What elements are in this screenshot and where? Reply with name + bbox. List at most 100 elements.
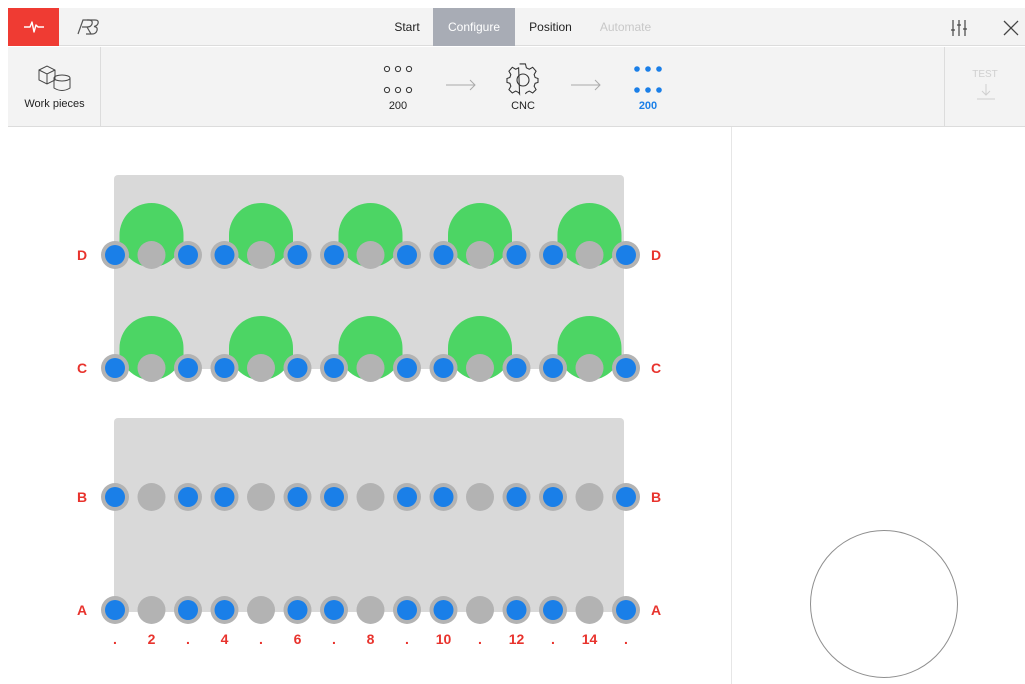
pin-ring[interactable]	[247, 483, 275, 511]
pin-active[interactable]	[397, 245, 417, 265]
app-window: Start Configure Position Automate Work p…	[0, 0, 1025, 684]
pin-ring[interactable]	[356, 241, 385, 269]
pin-active[interactable]	[397, 487, 417, 507]
top-navigation-bar: Start Configure Position Automate	[8, 8, 1025, 46]
pin-ring[interactable]	[247, 354, 275, 382]
pin-active[interactable]	[543, 245, 563, 265]
column-label: .	[186, 631, 190, 647]
row-label-left: C	[77, 360, 87, 376]
row-label-right: D	[651, 247, 661, 263]
pin-ring[interactable]	[247, 241, 275, 269]
pin-ring[interactable]	[137, 354, 166, 382]
pin-active[interactable]	[178, 600, 198, 620]
tab-configure[interactable]: Configure	[433, 8, 515, 46]
pin-active[interactable]	[397, 600, 417, 620]
pin-active[interactable]	[433, 245, 454, 265]
pin-active[interactable]	[433, 358, 454, 378]
column-label: 2	[148, 631, 156, 647]
pin-ring[interactable]	[466, 241, 494, 269]
pin-active[interactable]	[616, 358, 636, 378]
pin-ring[interactable]	[356, 483, 385, 511]
pin-active[interactable]	[105, 600, 125, 620]
step-cnc[interactable]: CNC	[488, 47, 558, 126]
tab-position[interactable]: Position	[518, 8, 583, 46]
pin-active[interactable]	[433, 487, 454, 507]
arrow-right-icon	[446, 79, 476, 91]
pin-ring[interactable]	[575, 483, 604, 511]
close-icon[interactable]	[1000, 17, 1022, 39]
pin-ring[interactable]	[575, 241, 604, 269]
step-cnc-label: CNC	[511, 100, 535, 112]
pin-active[interactable]	[214, 487, 235, 507]
pin-ring[interactable]	[466, 483, 494, 511]
column-label: 14	[582, 631, 598, 647]
pin-active[interactable]	[616, 245, 636, 265]
pin-active[interactable]	[506, 245, 527, 265]
pin-ring[interactable]	[575, 596, 604, 624]
pin-active[interactable]	[543, 358, 563, 378]
pin-active[interactable]	[105, 245, 125, 265]
pulse-icon	[23, 21, 44, 33]
column-label: 10	[436, 631, 452, 647]
pin-active[interactable]	[105, 487, 125, 507]
work-pieces-label: Work pieces	[24, 98, 85, 110]
row-label-right: C	[651, 360, 661, 376]
pin-active[interactable]	[105, 358, 125, 378]
pin-active[interactable]	[543, 600, 563, 620]
pin-active[interactable]	[433, 600, 454, 620]
configure-toolbar: Work pieces 200 CNC 200 TEST	[8, 47, 1025, 127]
joystick-pad[interactable]	[810, 530, 958, 678]
pin-active[interactable]	[324, 358, 344, 378]
pin-ring[interactable]	[356, 354, 385, 382]
pin-active[interactable]	[178, 358, 198, 378]
pin-active[interactable]	[397, 358, 417, 378]
pin-active[interactable]	[178, 487, 198, 507]
grid-dots-outline-icon	[383, 65, 413, 94]
pin-active[interactable]	[506, 487, 527, 507]
column-label: 6	[294, 631, 302, 647]
pin-ring[interactable]	[575, 354, 604, 382]
column-label: 8	[367, 631, 375, 647]
column-label: .	[624, 631, 628, 647]
pin-ring[interactable]	[137, 596, 166, 624]
tab-start[interactable]: Start	[383, 8, 431, 46]
pin-ring[interactable]	[137, 483, 166, 511]
fixture-plate-lower	[114, 418, 624, 612]
column-label: 4	[221, 631, 229, 647]
pin-active[interactable]	[214, 245, 235, 265]
pin-active[interactable]	[287, 487, 308, 507]
pin-active[interactable]	[287, 358, 308, 378]
pin-active[interactable]	[506, 358, 527, 378]
test-button[interactable]: TEST	[944, 47, 1025, 126]
work-pieces-button[interactable]: Work pieces	[8, 47, 101, 126]
sliders-icon[interactable]	[948, 17, 970, 39]
pin-ring[interactable]	[466, 354, 494, 382]
column-label: 12	[509, 631, 525, 647]
pin-active[interactable]	[506, 600, 527, 620]
pin-active[interactable]	[178, 245, 198, 265]
row-label-left: B	[77, 489, 87, 505]
pin-ring[interactable]	[137, 241, 166, 269]
step-target-grid[interactable]: 200	[613, 47, 683, 126]
column-label: .	[259, 631, 263, 647]
pin-active[interactable]	[214, 600, 235, 620]
pin-ring[interactable]	[466, 596, 494, 624]
pin-active[interactable]	[324, 600, 344, 620]
pin-active[interactable]	[324, 245, 344, 265]
pin-active[interactable]	[214, 358, 235, 378]
step-target-label: 200	[638, 100, 658, 112]
pin-ring[interactable]	[247, 596, 275, 624]
pin-active[interactable]	[324, 487, 344, 507]
pin-active[interactable]	[287, 600, 308, 620]
pin-active[interactable]	[616, 600, 636, 620]
pin-active[interactable]	[616, 487, 636, 507]
pin-active[interactable]	[543, 487, 563, 507]
column-label: .	[113, 631, 117, 647]
tab-automate[interactable]: Automate	[593, 8, 658, 46]
pin-active[interactable]	[287, 245, 308, 265]
pulse-button[interactable]	[8, 8, 59, 46]
download-arrow-icon	[977, 84, 995, 100]
step-source-grid[interactable]: 200	[363, 47, 433, 126]
pin-ring[interactable]	[356, 596, 385, 624]
test-label: TEST	[972, 69, 998, 80]
